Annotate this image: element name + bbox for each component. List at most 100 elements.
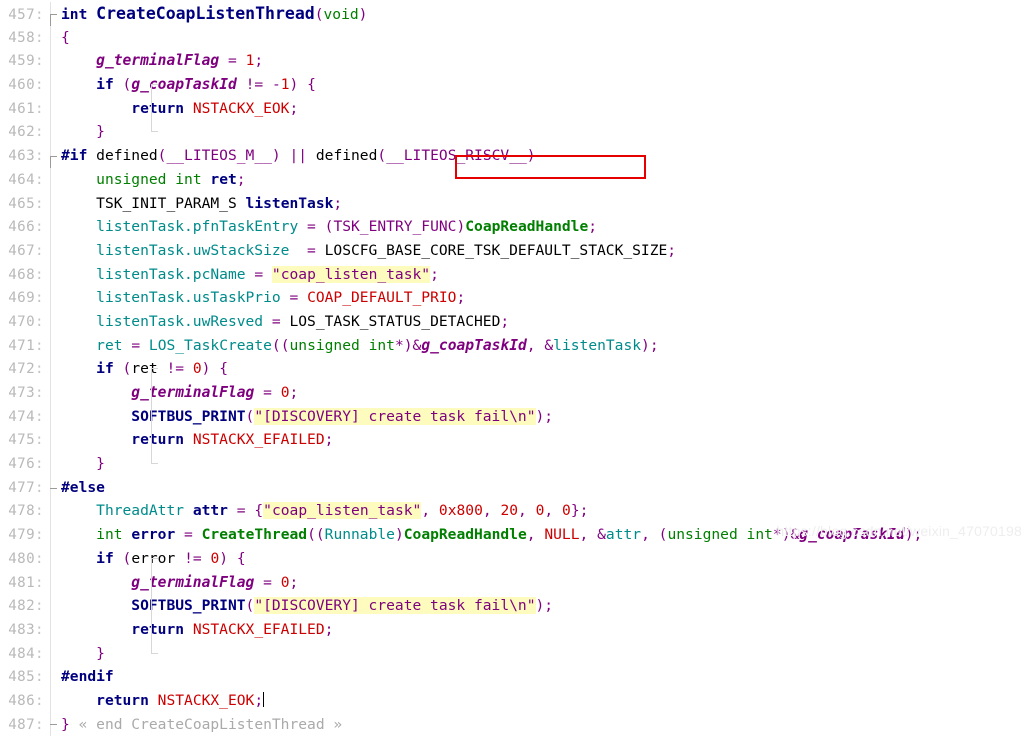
code-text[interactable]: unsigned int ret; [58,168,1034,192]
code-text[interactable]: #else [58,476,1034,500]
fold-guide [44,215,58,239]
fold-marker[interactable] [44,2,58,26]
line-number: 484: [8,645,44,662]
line-number: 462: [8,124,44,141]
code-line[interactable]: 481: g_terminalFlag = 0; [0,570,1034,595]
code-text[interactable]: SOFTBUS_PRINT("[DISCOVERY] create task f… [58,404,1034,429]
line-number: 483: [8,621,44,638]
code-line[interactable]: 469: listenTask.usTaskPrio = COAP_DEFAUL… [0,286,1034,310]
code-line[interactable]: 487: } « end CreateCoapListenThread » [0,712,1034,737]
code-text[interactable]: TSK_INIT_PARAM_S listenTask; [58,192,1034,216]
code-text[interactable]: return NSTACKX_EFAILED; [58,617,1034,642]
fold-guide [44,238,58,263]
code-text[interactable]: listenTask.pcName = "coap_listen_task"; [58,263,1034,287]
code-line[interactable]: 472: if (ret != 0) { [0,357,1034,382]
fold-guide [44,499,58,524]
string-literal: "coap_listen_task" [271,265,431,283]
code-line[interactable]: 475: return NSTACKX_EFAILED; [0,428,1034,453]
fold-guide [44,167,58,192]
line-number: 473: [8,385,44,401]
line-number: 481: [8,574,44,591]
code-line[interactable]: 463: #if defined(__LITEOS_M__) || define… [0,144,1034,168]
line-number: 478: [8,503,44,520]
line-number: 470: [8,313,44,330]
code-text[interactable]: ThreadAttr attr = {"coap_listen_task", 0… [58,499,1034,523]
code-line[interactable]: 478: ThreadAttr attr = {"coap_listen_tas… [0,499,1034,524]
code-text[interactable]: return NSTACKX_EOK; [58,96,1034,121]
code-line[interactable]: 465: TSK_INIT_PARAM_S listenTask; [0,191,1034,216]
code-text[interactable]: listenTask.usTaskPrio = COAP_DEFAULT_PRI… [58,286,1034,310]
code-text[interactable]: return NSTACKX_EFAILED; [58,428,1034,453]
code-line[interactable]: 476: } [0,452,1034,476]
code-text[interactable]: ret = LOS_TaskCreate((unsigned int*)&g_c… [58,334,1034,358]
code-line[interactable]: 473: g_terminalFlag = 0; [0,381,1034,405]
code-line[interactable]: 466: listenTask.pfnTaskEntry = (TSK_ENTR… [0,215,1034,239]
fold-marker[interactable] [44,475,58,500]
line-number: 485: [8,669,44,686]
fold-guide [44,570,58,595]
code-text[interactable]: } [58,120,1034,144]
code-line[interactable]: 482: SOFTBUS_PRINT("[DISCOVERY] create t… [0,594,1034,619]
code-lines-container[interactable]: 457: int CreateCoapListenThread(void) 45… [0,0,1034,737]
fold-guide [44,665,58,689]
code-text[interactable]: } « end CreateCoapListenThread » [58,713,1034,737]
fold-guide [44,594,58,618]
line-number: 469: [8,290,44,307]
code-line[interactable]: 480: if (error != 0) { [0,546,1034,571]
fold-end-comment: « end CreateCoapListenThread » [78,715,343,733]
line-number: 472: [8,361,44,378]
code-text[interactable]: g_terminalFlag = 0; [58,381,1034,405]
line-number: 459: [8,53,44,70]
code-line[interactable]: 460: if (g_coapTaskId != -1) { [0,73,1034,98]
code-line[interactable]: 459: g_terminalFlag = 1; [0,49,1034,74]
line-number: 476: [8,456,44,473]
fold-guide [44,191,58,216]
fold-guide [44,641,58,666]
code-text[interactable]: g_terminalFlag = 0; [58,570,1034,595]
code-text[interactable]: listenTask.uwResved = LOS_TASK_STATUS_DE… [58,310,1034,334]
code-text[interactable]: return NSTACKX_EOK; [58,689,1034,713]
code-text[interactable]: int CreateCoapListenThread(void) [58,2,1034,27]
line-number: 486: [8,692,44,709]
code-line[interactable]: 468: listenTask.pcName = "coap_listen_ta… [0,262,1034,287]
code-text[interactable]: if (error != 0) { [58,547,1034,571]
fold-marker[interactable] [44,712,58,737]
code-line[interactable]: 477: #else [0,475,1034,500]
fold-guide [44,309,58,334]
code-line[interactable]: 471: ret = LOS_TaskCreate((unsigned int*… [0,333,1034,358]
code-line[interactable]: 457: int CreateCoapListenThread(void) [0,2,1034,26]
code-text[interactable]: { [58,26,1034,50]
code-line[interactable]: 470: listenTask.uwResved = LOS_TASK_STAT… [0,309,1034,334]
fold-guide [44,120,58,145]
code-text[interactable]: } [58,452,1034,476]
string-literal: "[DISCOVERY] create task fail\n" [254,597,536,615]
code-line[interactable]: 467: listenTask.uwStackSize = LOSCFG_BAS… [0,238,1034,263]
watermark: https://blog.csdn.net/weixin_47070198 [776,523,1022,539]
fold-guide [44,73,58,97]
fold-guide [44,452,58,476]
code-text[interactable]: #if defined(__LITEOS_M__) || defined(__L… [58,144,1034,168]
fold-guide [44,262,58,287]
code-text[interactable]: } [58,641,1034,666]
fold-guide [44,546,58,571]
code-line[interactable]: 461: return NSTACKX_EOK; [0,96,1034,121]
code-text[interactable]: if (g_coapTaskId != -1) { [58,73,1034,98]
code-text[interactable]: listenTask.uwStackSize = LOSCFG_BASE_COR… [58,239,1034,263]
code-text[interactable]: SOFTBUS_PRINT("[DISCOVERY] create task f… [58,594,1034,619]
code-line[interactable]: 458: { [0,25,1034,50]
code-line[interactable]: 483: return NSTACKX_EFAILED; [0,617,1034,642]
code-text[interactable]: #endif [58,665,1034,689]
fold-marker[interactable] [44,144,58,168]
fold-guide [44,25,58,50]
code-line[interactable]: 474: SOFTBUS_PRINT("[DISCOVERY] create t… [0,404,1034,429]
code-line[interactable]: 484: } [0,641,1034,666]
code-line[interactable]: 464: unsigned int ret; [0,167,1034,192]
code-editor[interactable]: 457: int CreateCoapListenThread(void) 45… [0,0,1034,737]
code-text[interactable]: if (ret != 0) { [58,357,1034,382]
line-number: 474: [8,408,44,425]
code-line[interactable]: 485: #endif [0,665,1034,689]
code-text[interactable]: g_terminalFlag = 1; [58,49,1034,73]
code-text[interactable]: listenTask.pfnTaskEntry = (TSK_ENTRY_FUN… [58,215,1034,239]
code-line[interactable]: 486: return NSTACKX_EOK; [0,688,1034,713]
code-line[interactable]: 462: } [0,120,1034,145]
